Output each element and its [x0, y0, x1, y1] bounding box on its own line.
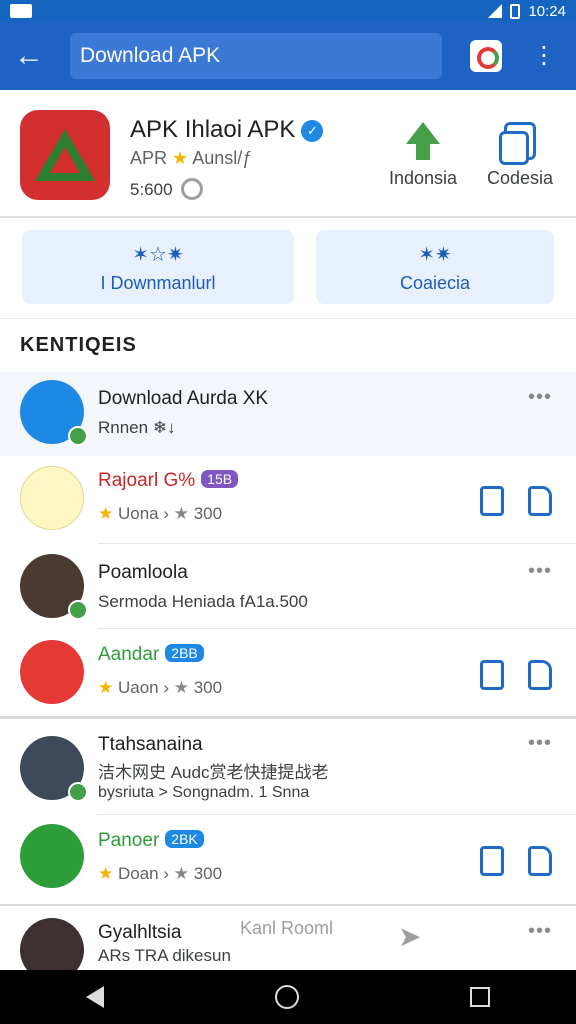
loading-icon	[180, 178, 203, 200]
divider	[0, 318, 576, 319]
user-avatar	[20, 554, 88, 620]
app-bar: ← Download APK ⋮	[0, 22, 576, 90]
more-vert-icon[interactable]: ⋮	[532, 44, 556, 68]
app-subtitle: APR ★ Aunsl/ƒ	[130, 148, 253, 168]
divider	[98, 814, 576, 815]
arrow-left-icon[interactable]: ←	[14, 39, 58, 73]
battery-icon	[510, 3, 521, 19]
divider	[98, 543, 576, 544]
section-title: KENTIQEIS	[20, 334, 137, 356]
list-item[interactable]: Poamloola Sermoda Heniada fA1a.500 •••	[0, 548, 576, 628]
check-badge-icon	[68, 426, 88, 446]
size-tag: 2BK	[165, 830, 204, 848]
list-item[interactable]: Aandar 2BB ★ Uaon › ★ 300	[0, 632, 576, 716]
stars-icon: ✶☆✷	[132, 244, 184, 266]
size-tag: 15B	[201, 470, 239, 488]
status-bar: 10:24	[0, 0, 576, 22]
star-icon: ★	[173, 504, 189, 523]
user-avatar	[20, 918, 84, 970]
list-item[interactable]: Download Aurda XK Rnnen ❄↓ •••	[0, 372, 576, 456]
stars-icon: ✶✷	[418, 244, 452, 266]
more-horiz-icon[interactable]: •••	[528, 386, 552, 409]
section-divider	[0, 716, 576, 719]
more-horiz-icon[interactable]: •••	[528, 920, 552, 943]
star-icon: ★	[98, 504, 114, 523]
search-input[interactable]: Download APK	[70, 33, 442, 79]
app-logo	[20, 110, 110, 200]
share-arrow-icon[interactable]: ➤	[398, 920, 421, 953]
app-avatar	[20, 824, 84, 888]
app-avatar	[20, 640, 84, 704]
recents-icon[interactable]	[470, 987, 491, 1007]
more-horiz-icon[interactable]: •••	[528, 732, 552, 755]
star-icon: ★	[172, 148, 189, 168]
star-icon: ★	[98, 678, 114, 697]
item-title: Panoer 2BK	[98, 830, 204, 852]
status-icons: 10:24	[488, 3, 566, 20]
more-horiz-icon[interactable]: •••	[528, 560, 552, 583]
list-item[interactable]: Rajoarl G% 15B ★ Uona › ★ 300	[0, 460, 576, 544]
section-divider	[0, 904, 576, 906]
user-avatar	[20, 736, 88, 802]
item-rating: ★ Uona › ★ 300	[98, 504, 223, 523]
play-store-icon[interactable]	[470, 40, 502, 72]
status-time: 10:24	[528, 2, 566, 20]
star-icon: ★	[173, 864, 189, 883]
divider	[98, 628, 576, 629]
item-title: Rajoarl G% 15B	[98, 470, 239, 492]
copy-icon	[499, 122, 536, 165]
star-icon: ★	[173, 678, 189, 697]
app-avatar	[20, 466, 84, 530]
home-icon[interactable]	[274, 985, 299, 1009]
app-avatar	[20, 380, 88, 446]
check-badge-icon	[68, 782, 88, 802]
like-icon[interactable]	[528, 486, 552, 516]
overlay-label[interactable]: Kanl Rooml	[240, 918, 333, 939]
download-pill-button[interactable]: ✶☆✷ I Downmanlurl	[22, 230, 294, 304]
star-icon: ★	[98, 864, 114, 883]
list-item[interactable]: Panoer 2BK ★ Doan › ★ 300	[0, 818, 576, 902]
list-item[interactable]: Ttahsanaina 洁木网史 Audc赏老快捷提战老 bysriuta > …	[0, 722, 576, 814]
share-icon[interactable]	[480, 660, 504, 690]
check-badge-icon	[68, 600, 88, 620]
indonesia-button[interactable]: Indonsia	[388, 122, 458, 189]
upload-arrow-icon	[406, 122, 440, 144]
coaiecia-pill-button[interactable]: ✶✷ Coaiecia	[316, 230, 554, 304]
verified-icon: ✓	[301, 120, 324, 142]
list-icon[interactable]	[528, 660, 552, 690]
system-nav-bar	[0, 970, 576, 1024]
item-rating: ★ Doan › ★ 300	[98, 864, 223, 883]
back-icon[interactable]	[85, 986, 104, 1008]
item-title: Aandar 2BB	[98, 644, 204, 666]
app-size: 5:600	[130, 178, 203, 200]
search-text: Download APK	[80, 44, 221, 67]
codesia-button[interactable]: Codesia	[484, 122, 556, 189]
share-icon[interactable]	[480, 486, 504, 516]
notification-icon	[10, 4, 32, 18]
size-tag: 2BB	[165, 644, 204, 662]
share-icon[interactable]	[480, 846, 504, 876]
item-rating: ★ Uaon › ★ 300	[98, 678, 223, 697]
signal-icon	[488, 4, 503, 18]
app-title: APK Ihlaoi APK ✓	[130, 116, 324, 144]
list-icon[interactable]	[528, 846, 552, 876]
app-header: APK Ihlaoi APK ✓ APR ★ Aunsl/ƒ 5:600 Indo…	[0, 90, 576, 218]
